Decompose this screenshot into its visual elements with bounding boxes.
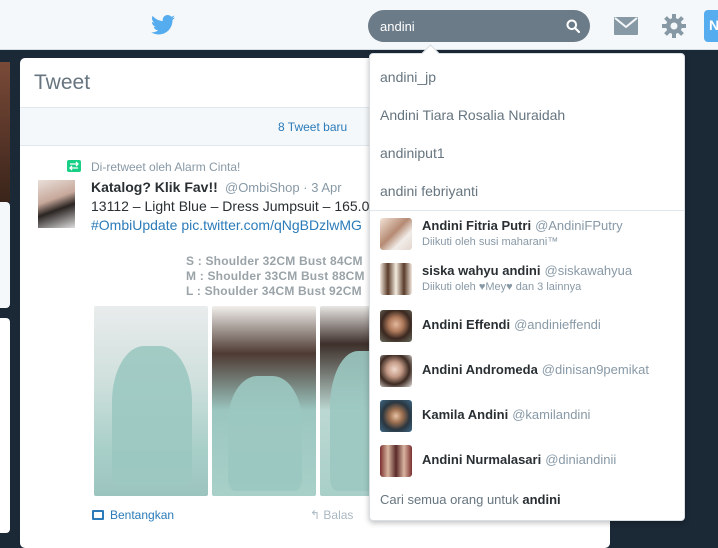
retweet-context[interactable]: Di-retweet oleh Alarm Cinta! bbox=[91, 160, 240, 174]
suggestion-text: andini febriyanti bbox=[380, 183, 479, 199]
product-photo[interactable] bbox=[212, 306, 316, 496]
size-chart-line: M : Shoulder 33CM Bust 88CM bbox=[186, 269, 365, 283]
expand-tweet-button[interactable]: Bentangkan bbox=[92, 508, 174, 522]
search-suggestion[interactable]: andini febriyanti bbox=[370, 173, 684, 211]
user-name: Andini Nurmalasari @diniandinii bbox=[422, 452, 616, 467]
divider bbox=[370, 210, 684, 211]
tweet-text: 13112 – Light Blue – Dress Jumpsuit – 16… bbox=[91, 198, 370, 214]
tweet-timestamp[interactable]: · 3 Apr bbox=[303, 180, 341, 195]
tweet-author-handle[interactable]: @OmbiShop · 3 Apr bbox=[225, 180, 342, 195]
search-suggestion[interactable]: andiniput1 bbox=[370, 135, 684, 173]
user-suggestion[interactable]: Andini Effendi @andinieffendi bbox=[370, 306, 684, 350]
avatar[interactable] bbox=[38, 180, 75, 228]
user-display-name: Andini Fitria Putri bbox=[422, 218, 532, 233]
search-suggestion[interactable]: Andini Tiara Rosalia Nuraidah bbox=[370, 97, 684, 135]
expand-label: Bentangkan bbox=[110, 508, 175, 522]
avatar bbox=[380, 400, 412, 432]
avatar bbox=[380, 445, 412, 477]
user-name: Andini Effendi @andinieffendi bbox=[422, 317, 601, 332]
tweet-author-name[interactable]: Katalog? Klik Fav!! bbox=[91, 179, 218, 195]
followed-by-text: Diikuti oleh ♥Mey♥ dan 3 lainnya bbox=[422, 281, 582, 293]
reply-button[interactable]: ↰ Balas bbox=[310, 508, 353, 522]
compose-tweet-button[interactable]: N bbox=[704, 10, 718, 42]
user-suggestion[interactable]: Andini Fitria Putri @AndiniFPutry Diikuti… bbox=[370, 214, 684, 258]
search-all-prefix: Cari semua orang untuk bbox=[380, 492, 519, 507]
product-photo[interactable] bbox=[94, 306, 208, 496]
media-link[interactable]: pic.twitter.com/qNgBDzlwMG bbox=[181, 217, 361, 233]
followed-by-text: Diikuti oleh susi maharani™ bbox=[422, 236, 559, 248]
gear-icon[interactable] bbox=[662, 14, 686, 38]
user-display-name: siska wahyu andini bbox=[422, 263, 541, 278]
search-box[interactable] bbox=[368, 10, 590, 42]
new-tweets-link[interactable]: 8 Tweet baru bbox=[278, 120, 347, 134]
suggestion-text: andiniput1 bbox=[380, 145, 445, 161]
user-suggestion[interactable]: Kamila Andini @kamilandini bbox=[370, 396, 684, 440]
user-handle: @andinieffendi bbox=[514, 317, 601, 332]
avatar bbox=[380, 218, 412, 250]
search-all-term: andini bbox=[522, 492, 561, 507]
reply-icon: ↰ bbox=[310, 508, 324, 522]
expand-icon bbox=[92, 510, 104, 520]
top-navigation-bar: N bbox=[0, 0, 718, 50]
tweet-media[interactable]: S : Shoulder 32CM Bust 84CM M : Shoulder… bbox=[94, 254, 408, 499]
user-name: Andini Fitria Putri @AndiniFPutry bbox=[422, 218, 623, 233]
search-input[interactable] bbox=[380, 15, 550, 37]
user-display-name: Kamila Andini bbox=[422, 407, 509, 422]
size-chart-line: L : Shoulder 34CM Bust 92CM bbox=[186, 284, 362, 298]
hashtag-link[interactable]: #OmbiUpdate bbox=[91, 217, 177, 233]
search-suggestion[interactable]: andini_jp bbox=[370, 59, 684, 97]
twitter-bird-icon[interactable] bbox=[151, 14, 175, 36]
search-all-people-link[interactable]: Cari semua orang untuk andini bbox=[380, 492, 561, 507]
author-handle[interactable]: @OmbiShop bbox=[225, 180, 300, 195]
retweet-icon bbox=[67, 160, 81, 172]
suggestion-text: andini_jp bbox=[380, 69, 437, 85]
avatar bbox=[380, 310, 412, 342]
search-typeahead-dropdown: andini_jp Andini Tiara Rosalia Nuraidah … bbox=[369, 44, 685, 521]
user-display-name: Andini Nurmalasari bbox=[422, 452, 542, 467]
trends-card bbox=[0, 318, 10, 533]
suggestion-text: Andini Tiara Rosalia Nuraidah bbox=[380, 107, 566, 123]
user-display-name: Andini Effendi bbox=[422, 317, 511, 332]
user-handle: @diniandinii bbox=[545, 452, 617, 467]
user-name: Kamila Andini @kamilandini bbox=[422, 407, 590, 422]
size-chart-line: S : Shoulder 32CM Bust 84CM bbox=[186, 254, 363, 268]
user-handle: @siskawahyua bbox=[544, 263, 633, 278]
user-suggestion[interactable]: Andini Andromeda @dinisan9pemikat bbox=[370, 351, 684, 395]
user-handle: @AndiniFPutry bbox=[535, 218, 623, 233]
user-suggestion[interactable]: Andini Nurmalasari @diniandinii bbox=[370, 441, 684, 485]
user-name: Andini Andromeda @dinisan9pemikat bbox=[422, 362, 649, 377]
stream-title: Tweet bbox=[34, 71, 91, 94]
user-suggestion[interactable]: siska wahyu andini @siskawahyua Diikuti o… bbox=[370, 259, 684, 303]
profile-card bbox=[0, 202, 10, 308]
reply-label: Balas bbox=[323, 508, 354, 522]
tweet-links: #OmbiUpdate pic.twitter.com/qNgBDzlwMG bbox=[91, 217, 366, 233]
user-handle: @kamilandini bbox=[512, 407, 591, 422]
avatar bbox=[380, 263, 412, 295]
avatar bbox=[380, 355, 412, 387]
user-handle: @dinisan9pemikat bbox=[541, 362, 649, 377]
envelope-icon[interactable] bbox=[614, 17, 638, 35]
search-icon[interactable] bbox=[566, 19, 580, 33]
user-display-name: Andini Andromeda bbox=[422, 362, 538, 377]
profile-cover-image bbox=[0, 62, 10, 202]
user-name: siska wahyu andini @siskawahyua bbox=[422, 263, 632, 278]
